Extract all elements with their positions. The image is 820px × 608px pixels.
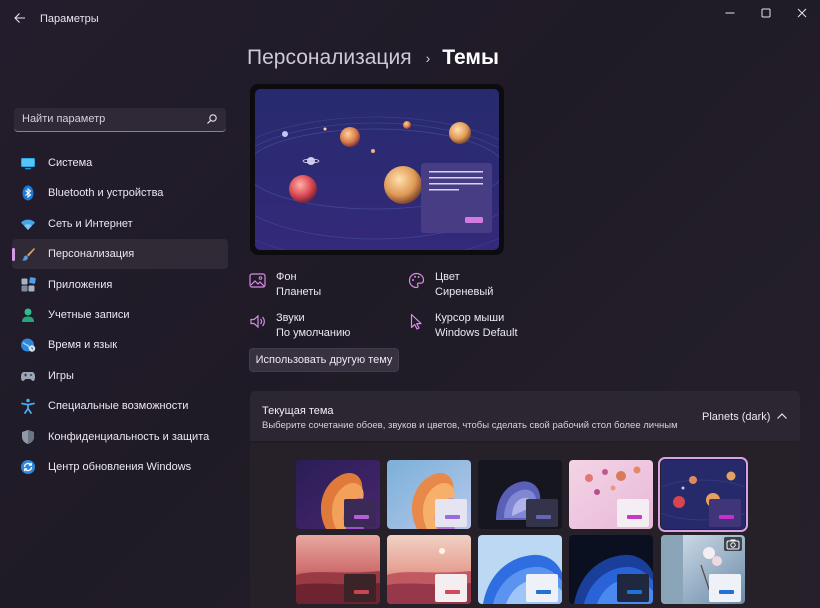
themes-grid: [250, 443, 800, 608]
theme-accent-swatch: [354, 515, 369, 519]
sidebar-item-apps[interactable]: Приложения: [12, 270, 228, 300]
bluetooth-icon: [22, 185, 34, 201]
palette-icon: [408, 272, 425, 289]
theme-preview-wallpaper: [255, 89, 499, 250]
accessibility-icon: [21, 398, 35, 415]
theme-flow-pink[interactable]: [569, 460, 653, 529]
sidebar-item-label: Учетные записи: [48, 308, 130, 321]
chevron-up-icon[interactable]: [776, 411, 788, 421]
sidebar-item-network[interactable]: Сеть и Интернет: [12, 209, 228, 239]
cursor-icon: [410, 313, 422, 330]
background-setting[interactable]: Фон Планеты: [249, 270, 389, 302]
sidebar-item-label: Центр обновления Windows: [48, 460, 192, 473]
theme-glow-light[interactable]: [387, 460, 471, 529]
search-input[interactable]: [14, 108, 194, 130]
sidebar-item-label: Специальные возможности: [48, 400, 189, 413]
theme-sunrise-light[interactable]: [387, 535, 471, 604]
sidebar-item-bluetooth[interactable]: Bluetooth и устройства: [12, 178, 228, 208]
back-arrow-icon: [14, 13, 25, 23]
sidebar-item-windows-update[interactable]: Центр обновления Windows: [12, 452, 228, 482]
maximize-button[interactable]: [748, 0, 784, 26]
page-title: Темы: [442, 46, 499, 69]
image-icon: [249, 273, 266, 288]
shield-icon: [22, 429, 34, 444]
theme-accent-swatch: [536, 590, 551, 594]
theme-planets-dark[interactable]: [658, 457, 748, 532]
cursor-value: Windows Default: [435, 327, 518, 339]
settings-window: Параметры Система Bluetooth и устройства…: [0, 0, 820, 608]
breadcrumb: Персонализация › Темы: [247, 46, 499, 70]
back-button[interactable]: [8, 6, 32, 30]
theme-captured-motion[interactable]: [478, 460, 562, 529]
current-theme-description: Выберите сочетание обоев, звуков и цвето…: [262, 420, 678, 431]
apps-icon: [21, 276, 36, 292]
current-theme-expander[interactable]: Текущая тема Выберите сочетание обоев, з…: [250, 391, 800, 441]
theme-sunrise-dark[interactable]: [296, 535, 380, 604]
breadcrumb-parent-link[interactable]: Персонализация: [247, 46, 412, 70]
sidebar-item-label: Система: [48, 157, 93, 169]
app-title: Параметры: [40, 13, 99, 25]
sidebar-item-label: Время и язык: [48, 339, 118, 352]
sidebar-item-label: Приложения: [48, 278, 113, 291]
sidebar-item-system[interactable]: Система: [12, 148, 228, 178]
minimize-icon: [725, 12, 735, 14]
sounds-setting[interactable]: Звуки По умолчанию: [249, 311, 389, 343]
monitor-icon: [21, 158, 35, 170]
globe-icon: [21, 338, 36, 353]
breadcrumb-separator: ›: [425, 50, 431, 66]
theme-accent-swatch: [627, 515, 642, 519]
search-box[interactable]: [14, 108, 226, 132]
sidebar-item-accounts[interactable]: Учетные записи: [12, 300, 228, 330]
color-value: Сиреневый: [435, 286, 494, 298]
theme-preview: [250, 84, 504, 255]
sounds-label: Звуки: [276, 312, 305, 324]
close-button[interactable]: [784, 0, 820, 26]
theme-windows-light[interactable]: [478, 535, 562, 604]
minimize-button[interactable]: [712, 0, 748, 26]
brush-icon: [21, 248, 35, 261]
cursor-label: Курсор мыши: [435, 312, 505, 324]
speaker-icon: [250, 314, 265, 329]
sidebar-item-accessibility[interactable]: Специальные возможности: [12, 391, 228, 421]
wifi-icon: [21, 219, 35, 230]
close-icon: [797, 8, 807, 18]
theme-accent-swatch: [445, 590, 460, 594]
theme-glow-dark[interactable]: [296, 460, 380, 529]
sidebar-item-label: Игры: [48, 369, 74, 382]
sidebar-item-label: Конфиденциальность и защита: [48, 430, 210, 443]
sidebar-item-time-language[interactable]: Время и язык: [12, 330, 228, 360]
person-icon: [22, 308, 34, 322]
gamepad-icon: [21, 371, 35, 381]
theme-accent-swatch: [354, 590, 369, 594]
sidebar-item-personalization[interactable]: Персонализация: [12, 239, 228, 270]
search-icon[interactable]: [206, 113, 218, 125]
color-label: Цвет: [435, 271, 460, 283]
use-other-theme-button[interactable]: Использовать другую тему: [249, 348, 399, 372]
sidebar-item-gaming[interactable]: Игры: [12, 361, 228, 391]
sidebar-item-label: Сеть и Интернет: [48, 217, 133, 230]
color-setting[interactable]: Цвет Сиреневый: [408, 270, 548, 302]
background-label: Фон: [276, 271, 297, 283]
maximize-icon: [761, 8, 771, 18]
current-theme-value: Planets (dark): [702, 411, 771, 423]
theme-accent-swatch: [536, 515, 551, 519]
theme-accent-swatch: [445, 515, 460, 519]
current-theme-title: Текущая тема: [262, 405, 334, 417]
theme-accent-swatch: [627, 590, 642, 594]
update-icon: [21, 459, 35, 474]
title-bar: Параметры: [0, 0, 820, 34]
sidebar-item-label: Персонализация: [48, 248, 135, 261]
sidebar-item-privacy[interactable]: Конфиденциальность и защита: [12, 422, 228, 452]
background-value: Планеты: [276, 286, 322, 298]
sidebar-nav: Система Bluetooth и устройства Сеть и Ин…: [12, 148, 228, 482]
theme-spotlight[interactable]: [661, 535, 745, 604]
theme-accent-swatch: [719, 515, 734, 519]
theme-accent-swatch: [719, 590, 734, 594]
theme-windows-dark[interactable]: [569, 535, 653, 604]
cursor-setting[interactable]: Курсор мыши Windows Default: [408, 311, 548, 343]
sounds-value: По умолчанию: [276, 327, 351, 339]
sidebar-item-label: Bluetooth и устройства: [48, 187, 164, 200]
